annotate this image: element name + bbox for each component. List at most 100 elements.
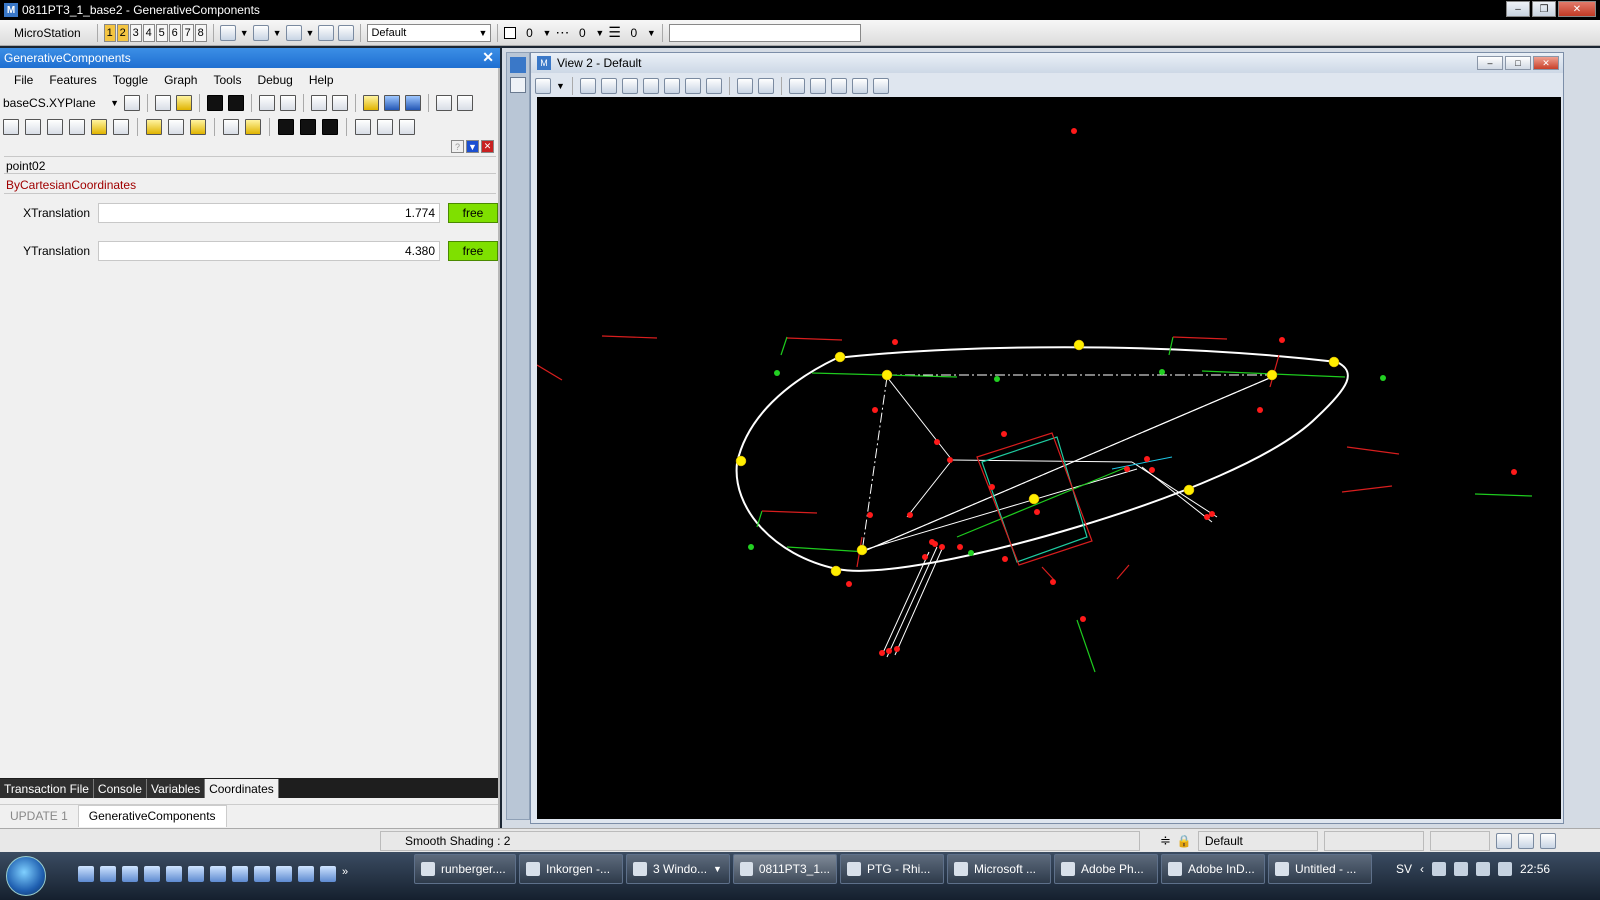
ytranslation-free-button[interactable]: free — [448, 241, 498, 261]
tab-variables[interactable]: Variables — [146, 779, 206, 798]
help-icon[interactable]: ? — [451, 140, 464, 153]
coordinate-axis-icon[interactable] — [405, 95, 421, 111]
coordinate-system-combo[interactable]: baseCS.XYPlane ▼ — [3, 94, 119, 112]
tab-console[interactable]: Console — [93, 779, 147, 798]
view-5-button[interactable]: 5 — [155, 23, 168, 42]
task-item[interactable]: runberger.... — [414, 854, 516, 884]
window-area-icon[interactable] — [642, 78, 659, 94]
task-item[interactable]: Adobe Ph... — [1054, 854, 1158, 884]
menu-toggle[interactable]: Toggle — [105, 73, 156, 87]
line-style-value[interactable]: 0 — [573, 26, 591, 40]
chevron-down-icon[interactable]: ▼ — [595, 28, 604, 38]
pan-view-icon[interactable] — [705, 78, 722, 94]
delete-feature-icon[interactable] — [69, 119, 85, 135]
line-style-icon[interactable]: ⋯ — [555, 24, 569, 41]
chevron-down-icon[interactable]: ▼ — [556, 81, 565, 91]
status-level[interactable]: Default — [1197, 831, 1318, 851]
reference-icon[interactable] — [285, 24, 302, 41]
folder-icon[interactable] — [276, 866, 292, 882]
language-indicator[interactable]: SV — [1396, 862, 1412, 876]
script-icon[interactable] — [259, 95, 275, 111]
transform-icon[interactable] — [384, 95, 400, 111]
task-item[interactable]: Untitled - ... — [1268, 854, 1372, 884]
clip-volume-icon[interactable] — [851, 78, 868, 94]
standard-views-icon[interactable] — [788, 78, 805, 94]
line-weight-icon[interactable]: ☰ — [608, 24, 621, 41]
ytranslation-input[interactable]: 4.380 — [98, 241, 440, 261]
feature-copy-icon[interactable] — [25, 119, 41, 135]
zoom-out-icon[interactable] — [621, 78, 638, 94]
messenger-icon[interactable] — [1432, 862, 1447, 876]
graph-view-icon[interactable] — [436, 95, 452, 111]
view-4-button[interactable]: 4 — [142, 23, 155, 42]
close-button[interactable]: ✕ — [1558, 1, 1596, 17]
view-7-button[interactable]: 7 — [181, 23, 194, 42]
minimize-button[interactable]: – — [1506, 1, 1530, 17]
start-button[interactable] — [6, 856, 46, 896]
show-desktop-icon[interactable] — [78, 866, 94, 882]
media-icon[interactable] — [298, 866, 314, 882]
firefox-icon[interactable] — [210, 866, 226, 882]
maximize-button[interactable]: □ — [1505, 56, 1531, 70]
view-1-button[interactable]: 1 — [103, 23, 116, 42]
task-item[interactable]: Adobe InD... — [1161, 854, 1265, 884]
update-view-icon[interactable] — [579, 78, 596, 94]
menu-features[interactable]: Features — [41, 73, 104, 87]
feature-move-icon[interactable] — [47, 119, 63, 135]
line-weight-value[interactable]: 0 — [625, 26, 643, 40]
chevron-down-icon[interactable]: ▼ — [273, 28, 282, 38]
symbolic-graph-icon[interactable] — [457, 95, 473, 111]
menu-help[interactable]: Help — [301, 73, 342, 87]
view-previous-icon[interactable] — [736, 78, 753, 94]
menu-tools[interactable]: Tools — [205, 73, 249, 87]
battery-icon[interactable] — [1454, 862, 1469, 876]
new-document-icon[interactable] — [100, 866, 116, 882]
chevron-left-icon[interactable]: ‹ — [1420, 862, 1424, 876]
xtranslation-input[interactable]: 1.774 — [98, 203, 440, 223]
color-value[interactable]: 0 — [520, 26, 538, 40]
snap-mode-icon[interactable]: ≑ — [1160, 833, 1171, 849]
feature-create-icon[interactable] — [3, 119, 19, 135]
pencil-icon[interactable] — [190, 119, 206, 135]
close-icon[interactable]: ✕ — [481, 140, 494, 153]
explorer-icon[interactable] — [254, 866, 270, 882]
model-icon[interactable] — [219, 24, 236, 41]
tab-transaction-file[interactable]: Transaction File — [0, 779, 94, 798]
feature-name[interactable]: point02 — [4, 156, 496, 174]
close-button[interactable]: ✕ — [1533, 56, 1559, 70]
display-style-icon[interactable] — [830, 78, 847, 94]
chevron-down-icon[interactable]: ▼ — [240, 28, 249, 38]
generate-icon[interactable] — [245, 119, 261, 135]
minimize-button[interactable]: – — [1477, 56, 1503, 70]
camera-icon[interactable] — [872, 78, 889, 94]
volume-icon[interactable] — [1498, 862, 1513, 876]
snap-icon[interactable] — [338, 24, 355, 41]
lock-icon[interactable]: 🔒 — [1177, 834, 1192, 848]
open-folder-icon[interactable] — [176, 95, 192, 111]
save-as-icon[interactable] — [228, 95, 244, 111]
view-3-button[interactable]: 3 — [129, 23, 142, 42]
internet-explorer-icon[interactable] — [166, 866, 182, 882]
rotate-view-icon[interactable] — [684, 78, 701, 94]
view-attributes-icon[interactable] — [535, 78, 551, 94]
task-item[interactable]: Microsoft ... — [947, 854, 1051, 884]
key-in-field[interactable] — [668, 23, 861, 42]
view-next-icon[interactable] — [757, 78, 774, 94]
line-tool-icon[interactable] — [363, 95, 379, 111]
level-manager-icon[interactable] — [252, 24, 269, 41]
play-icon[interactable] — [91, 119, 107, 135]
menu-file[interactable]: File — [6, 73, 41, 87]
view-8-button[interactable]: 8 — [194, 23, 207, 42]
color-options-icon[interactable] — [322, 119, 338, 135]
outlook-icon[interactable] — [122, 866, 138, 882]
chevron-down-icon[interactable]: ▼ — [647, 28, 656, 38]
color-scheme-icon[interactable] — [278, 119, 294, 135]
component-icon[interactable] — [377, 119, 393, 135]
app-icon[interactable] — [232, 866, 248, 882]
microstation-icon[interactable] — [510, 57, 526, 73]
task-item[interactable]: PTG - Rhi... — [840, 854, 944, 884]
view-layout-icon[interactable] — [510, 77, 526, 93]
view-2-button[interactable]: 2 — [116, 23, 129, 42]
grid-icon[interactable] — [124, 95, 140, 111]
zoom-in-icon[interactable] — [600, 78, 617, 94]
